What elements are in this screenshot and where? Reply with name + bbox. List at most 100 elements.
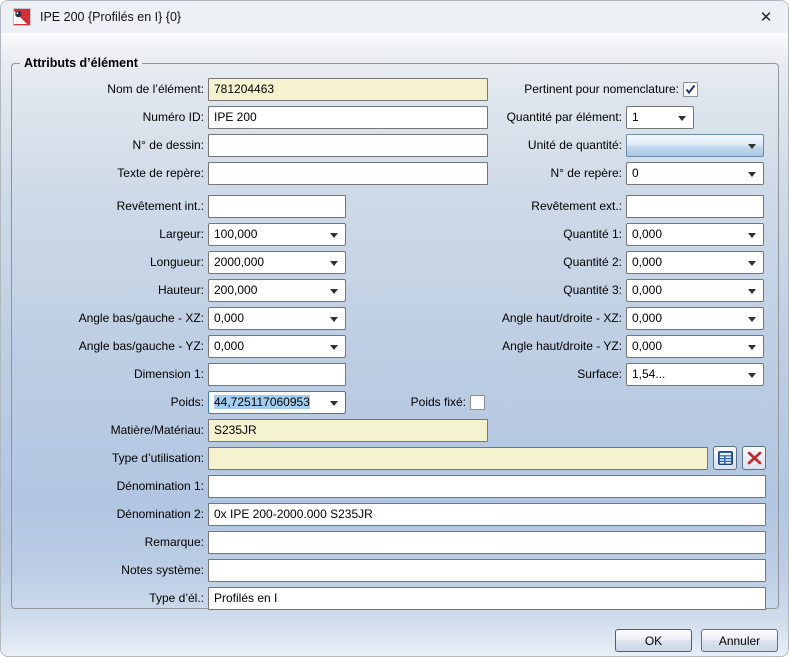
id-number-input[interactable] xyxy=(208,106,488,129)
weight-fixed-checkbox[interactable] xyxy=(470,395,485,410)
coating-ext-input[interactable] xyxy=(626,195,764,218)
form-row: Longueur: 2000,000 Quantité 2: 0,000 xyxy=(12,248,778,276)
angle-bottom-left-xz-combobox[interactable]: 0,000 xyxy=(208,307,346,330)
usage-type-clear-button[interactable] xyxy=(742,446,766,470)
pertinent-checkbox[interactable] xyxy=(683,82,698,97)
quantity3-combobox[interactable]: 0,000 xyxy=(626,279,764,302)
close-button[interactable]: ✕ xyxy=(744,1,788,33)
coating-int-input[interactable] xyxy=(208,195,346,218)
denomination1-input[interactable] xyxy=(208,475,766,498)
mark-number-label: N° de repère: xyxy=(488,166,626,180)
combobox-value: 0,000 xyxy=(632,339,662,353)
length-combobox[interactable]: 2000,000 xyxy=(208,251,346,274)
form-row: Nom de l’élément: Pertinent pour nomencl… xyxy=(12,75,778,103)
element-attributes-dialog: IPE 200 {Profilés en I} {0} ✕ Attributs … xyxy=(0,0,789,657)
element-type-label: Type d’él.: xyxy=(12,591,208,605)
element-type-input[interactable] xyxy=(208,587,766,610)
combobox-value: 0,000 xyxy=(632,283,662,297)
form-row: Type d’él.: xyxy=(12,584,778,612)
form-row: Matière/Matériau: xyxy=(12,416,778,444)
combobox-value: 0 xyxy=(632,166,639,180)
id-number-label: Numéro ID: xyxy=(12,110,208,124)
dialog-content: Attributs d’élément Nom de l’élément: Pe… xyxy=(1,33,788,656)
form-row: Poids: 44,725117060953 Poids fixé: xyxy=(12,388,778,416)
cancel-button[interactable]: Annuler xyxy=(701,629,778,652)
combobox-value: 0,000 xyxy=(632,311,662,325)
chevron-down-icon xyxy=(678,116,686,121)
surface-combobox[interactable]: 1,54... xyxy=(626,363,764,386)
quantity2-label: Quantité 2: xyxy=(346,255,626,269)
angle-top-right-yz-combobox[interactable]: 0,000 xyxy=(626,335,764,358)
usage-type-label: Type d’utilisation: xyxy=(12,451,208,465)
checkmark-icon xyxy=(685,84,696,95)
denomination1-label: Dénomination 1: xyxy=(12,479,208,493)
angle-bottom-left-yz-label: Angle bas/gauche - YZ: xyxy=(12,339,208,353)
form-row: Hauteur: 200,000 Quantité 3: 0,000 xyxy=(12,276,778,304)
width-combobox[interactable]: 100,000 xyxy=(208,223,346,246)
ok-button[interactable]: OK xyxy=(615,629,692,652)
combobox-value: 0,000 xyxy=(214,311,244,325)
attributes-groupbox: Attributs d’élément Nom de l’élément: Pe… xyxy=(11,56,779,609)
angle-bottom-left-yz-combobox[interactable]: 0,000 xyxy=(208,335,346,358)
combobox-value: 1,54... xyxy=(632,367,665,381)
weight-label: Poids: xyxy=(12,395,208,409)
mark-number-combobox[interactable]: 0 xyxy=(626,162,764,185)
form-row: Numéro ID: Quantité par élément: 1 xyxy=(12,103,778,131)
red-x-icon xyxy=(747,451,762,465)
combobox-value: 2000,000 xyxy=(214,255,264,269)
chevron-down-icon xyxy=(748,233,756,238)
chevron-down-icon xyxy=(330,345,338,350)
chevron-down-icon xyxy=(748,317,756,322)
drawing-number-label: N° de dessin: xyxy=(12,138,208,152)
groupbox-title: Attributs d’élément xyxy=(20,56,142,70)
quantity-unit-label: Unité de quantité: xyxy=(488,138,626,152)
mark-text-label: Texte de repère: xyxy=(12,166,208,180)
mark-text-input[interactable] xyxy=(208,162,488,185)
dimension1-label: Dimension 1: xyxy=(12,367,208,381)
angle-top-right-xz-combobox[interactable]: 0,000 xyxy=(626,307,764,330)
material-input[interactable] xyxy=(208,419,488,442)
combobox-value: 100,000 xyxy=(214,227,257,241)
quantity-unit-combobox[interactable] xyxy=(626,134,764,157)
titlebar: IPE 200 {Profilés en I} {0} ✕ xyxy=(1,1,788,33)
weight-combobox[interactable]: 44,725117060953 xyxy=(208,391,346,414)
dialog-footer: OK Annuler xyxy=(615,629,778,652)
chevron-down-icon xyxy=(748,172,756,177)
combobox-value: 200,000 xyxy=(214,283,257,297)
remark-label: Remarque: xyxy=(12,535,208,549)
chevron-down-icon xyxy=(330,401,338,406)
height-combobox[interactable]: 200,000 xyxy=(208,279,346,302)
element-name-label: Nom de l’élément: xyxy=(12,82,208,96)
chevron-down-icon xyxy=(330,261,338,266)
form-row: Dénomination 1: xyxy=(12,472,778,500)
quantity1-combobox[interactable]: 0,000 xyxy=(626,223,764,246)
length-label: Longueur: xyxy=(12,255,208,269)
coating-ext-label: Revêtement ext.: xyxy=(346,199,626,213)
usage-type-picker-button[interactable] xyxy=(713,446,737,470)
dimension1-input[interactable] xyxy=(208,363,346,386)
chevron-down-icon xyxy=(748,289,756,294)
form-row: Texte de repère: N° de repère: 0 xyxy=(12,159,778,187)
element-name-input[interactable] xyxy=(208,78,488,101)
weight-fixed-label: Poids fixé: xyxy=(346,395,470,409)
denomination2-label: Dénomination 2: xyxy=(12,507,208,521)
quantity2-combobox[interactable]: 0,000 xyxy=(626,251,764,274)
form-row: Angle bas/gauche - XZ: 0,000 Angle haut/… xyxy=(12,304,778,332)
drawing-number-input[interactable] xyxy=(208,134,488,157)
remark-input[interactable] xyxy=(208,531,766,554)
combobox-value: 0,000 xyxy=(632,255,662,269)
qty-per-element-combobox[interactable]: 1 xyxy=(626,106,694,129)
form-row: Angle bas/gauche - YZ: 0,000 Angle haut/… xyxy=(12,332,778,360)
chevron-down-icon xyxy=(330,317,338,322)
angle-top-right-yz-label: Angle haut/droite - YZ: xyxy=(346,339,626,353)
form-row: Notes système: xyxy=(12,556,778,584)
combobox-value: 0,000 xyxy=(632,227,662,241)
angle-top-right-xz-label: Angle haut/droite - XZ: xyxy=(346,311,626,325)
form-row: Revêtement int.: Revêtement ext.: xyxy=(12,192,778,220)
app-logo-icon xyxy=(13,8,31,26)
denomination2-input[interactable] xyxy=(208,503,766,526)
usage-type-input[interactable] xyxy=(208,447,708,470)
system-notes-input[interactable] xyxy=(208,559,766,582)
width-label: Largeur: xyxy=(12,227,208,241)
quantity1-label: Quantité 1: xyxy=(346,227,626,241)
